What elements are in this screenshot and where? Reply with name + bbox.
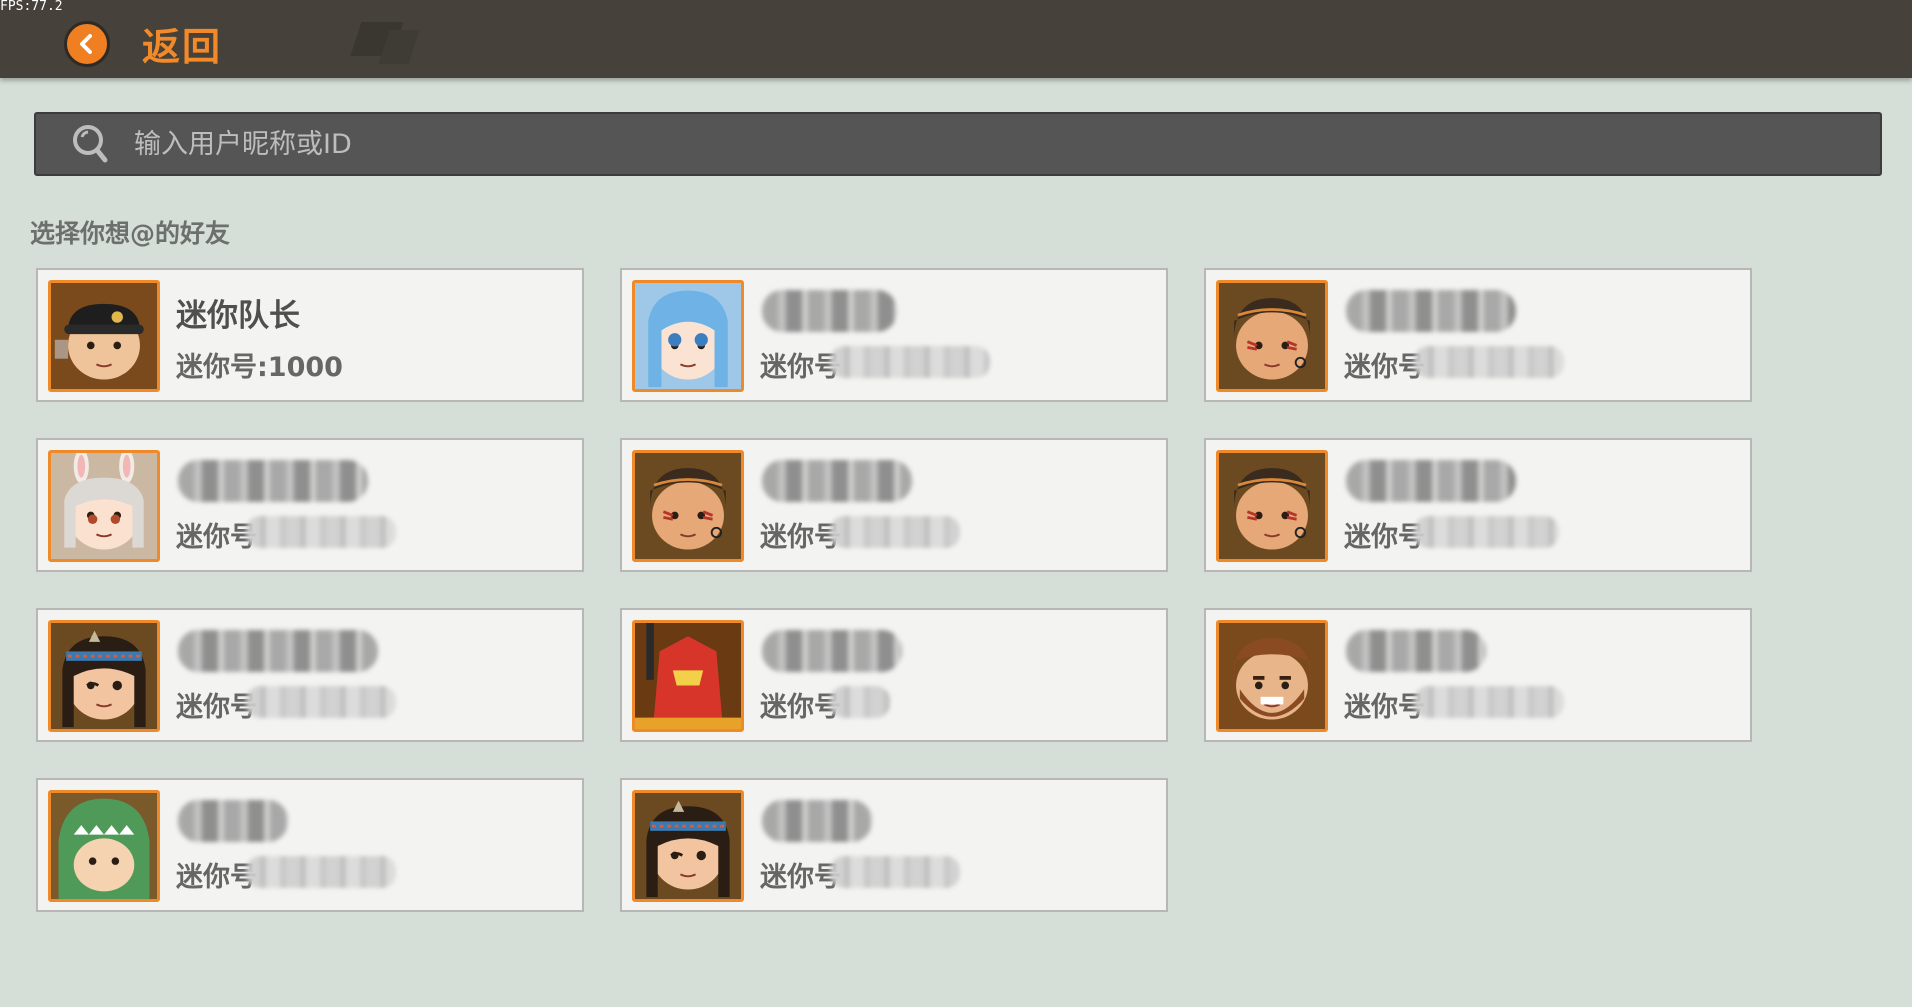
friend-card[interactable]: 迷你号	[620, 778, 1168, 912]
friend-card[interactable]: 迷你号	[620, 608, 1168, 742]
friend-name-blurred	[762, 800, 872, 842]
friend-name-blurred	[1346, 630, 1486, 672]
back-arrow-icon[interactable]	[64, 20, 110, 67]
friend-card[interactable]: 迷你号	[1204, 438, 1752, 572]
search-input[interactable]	[132, 127, 1636, 161]
mini-id-value: :1000	[257, 352, 343, 383]
mini-id-blurred	[830, 346, 990, 378]
mini-id-blurred	[1414, 516, 1559, 548]
friend-name-blurred	[762, 630, 902, 672]
mini-id-blurred	[830, 516, 960, 548]
captain-avatar	[48, 280, 160, 392]
section-title: 选择你想@的好友	[30, 219, 231, 248]
mini-id-blurred	[246, 516, 396, 548]
mini-id-prefix: 迷你号	[760, 692, 841, 723]
mini-id-blurred	[246, 856, 396, 888]
back-button[interactable]: 返回	[64, 16, 222, 71]
mini-id-label: 迷你号	[176, 685, 257, 724]
friend-card[interactable]: 迷你号	[36, 438, 584, 572]
tribal-girl-avatar	[1216, 450, 1328, 562]
mini-id-prefix: 迷你号	[176, 352, 257, 383]
mini-id-prefix: 迷你号	[176, 862, 257, 893]
friend-name-blurred	[1346, 290, 1516, 332]
mini-id-prefix: 迷你号	[176, 692, 257, 723]
mini-id-prefix: 迷你号	[760, 522, 841, 553]
friend-name-blurred	[178, 460, 368, 502]
mini-id-prefix: 迷你号	[760, 352, 841, 383]
friend-card[interactable]: 迷你队长迷你号:1000	[36, 268, 584, 402]
bearded-man-avatar	[1216, 620, 1328, 732]
friend-name-blurred	[178, 800, 288, 842]
mini-id-label: 迷你号	[176, 855, 257, 894]
dino-hood-avatar	[48, 790, 160, 902]
search-icon	[73, 125, 108, 163]
mini-id-label: 迷你号	[1344, 515, 1425, 554]
mini-id-blurred	[830, 856, 960, 888]
mini-id-label: 迷你号	[760, 855, 841, 894]
friend-card[interactable]: 迷你号	[36, 608, 584, 742]
mini-id-blurred	[830, 686, 890, 718]
friend-grid: 迷你队长 迷你号:1000 迷你号 迷你号 迷你号 迷你号 迷你号 迷你号 迷你…	[36, 268, 1752, 912]
mini-id-blurred	[1414, 346, 1564, 378]
tribal-girl-avatar	[1216, 280, 1328, 392]
friend-name: 迷你队长	[176, 298, 300, 334]
friend-card[interactable]: 迷你号	[1204, 268, 1752, 402]
bunny-girl-avatar	[48, 450, 160, 562]
friend-card[interactable]: 迷你号	[1204, 608, 1752, 742]
friend-name-blurred	[762, 460, 912, 502]
mini-id-blurred	[1414, 686, 1564, 718]
friend-card[interactable]: 迷你号	[36, 778, 584, 912]
headband-girl-avatar	[48, 620, 160, 732]
mini-id-label: 迷你号	[1344, 685, 1425, 724]
mini-id-blurred	[246, 686, 396, 718]
mini-id-prefix: 迷你号	[176, 522, 257, 553]
tribal-girl-avatar	[632, 450, 744, 562]
red-mech-avatar	[632, 620, 744, 732]
mini-id-label: 迷你号:1000	[176, 345, 343, 384]
mini-id-prefix: 迷你号	[760, 862, 841, 893]
mini-id-prefix: 迷你号	[1344, 522, 1425, 553]
search-bar[interactable]	[34, 112, 1882, 176]
mini-id-label: 迷你号	[760, 685, 841, 724]
friend-name-blurred	[178, 630, 378, 672]
mini-id-label: 迷你号	[760, 345, 841, 384]
friend-name-blurred	[1346, 460, 1516, 502]
back-label[interactable]: 返回	[142, 16, 222, 71]
friend-card[interactable]: 迷你号	[620, 438, 1168, 572]
mini-id-label: 迷你号	[1344, 345, 1425, 384]
fps-counter: FPS:77.2	[0, 0, 63, 14]
friend-card[interactable]: 迷你号	[620, 268, 1168, 402]
mini-id-prefix: 迷你号	[1344, 352, 1425, 383]
mini-id-prefix: 迷你号	[1344, 692, 1425, 723]
friend-name-blurred	[762, 290, 897, 332]
top-bar: 返回	[0, 0, 1912, 78]
mini-id-label: 迷你号	[760, 515, 841, 554]
headband-girl-avatar	[632, 790, 744, 902]
ice-girl-avatar	[632, 280, 744, 392]
mini-id-label: 迷你号	[176, 515, 257, 554]
